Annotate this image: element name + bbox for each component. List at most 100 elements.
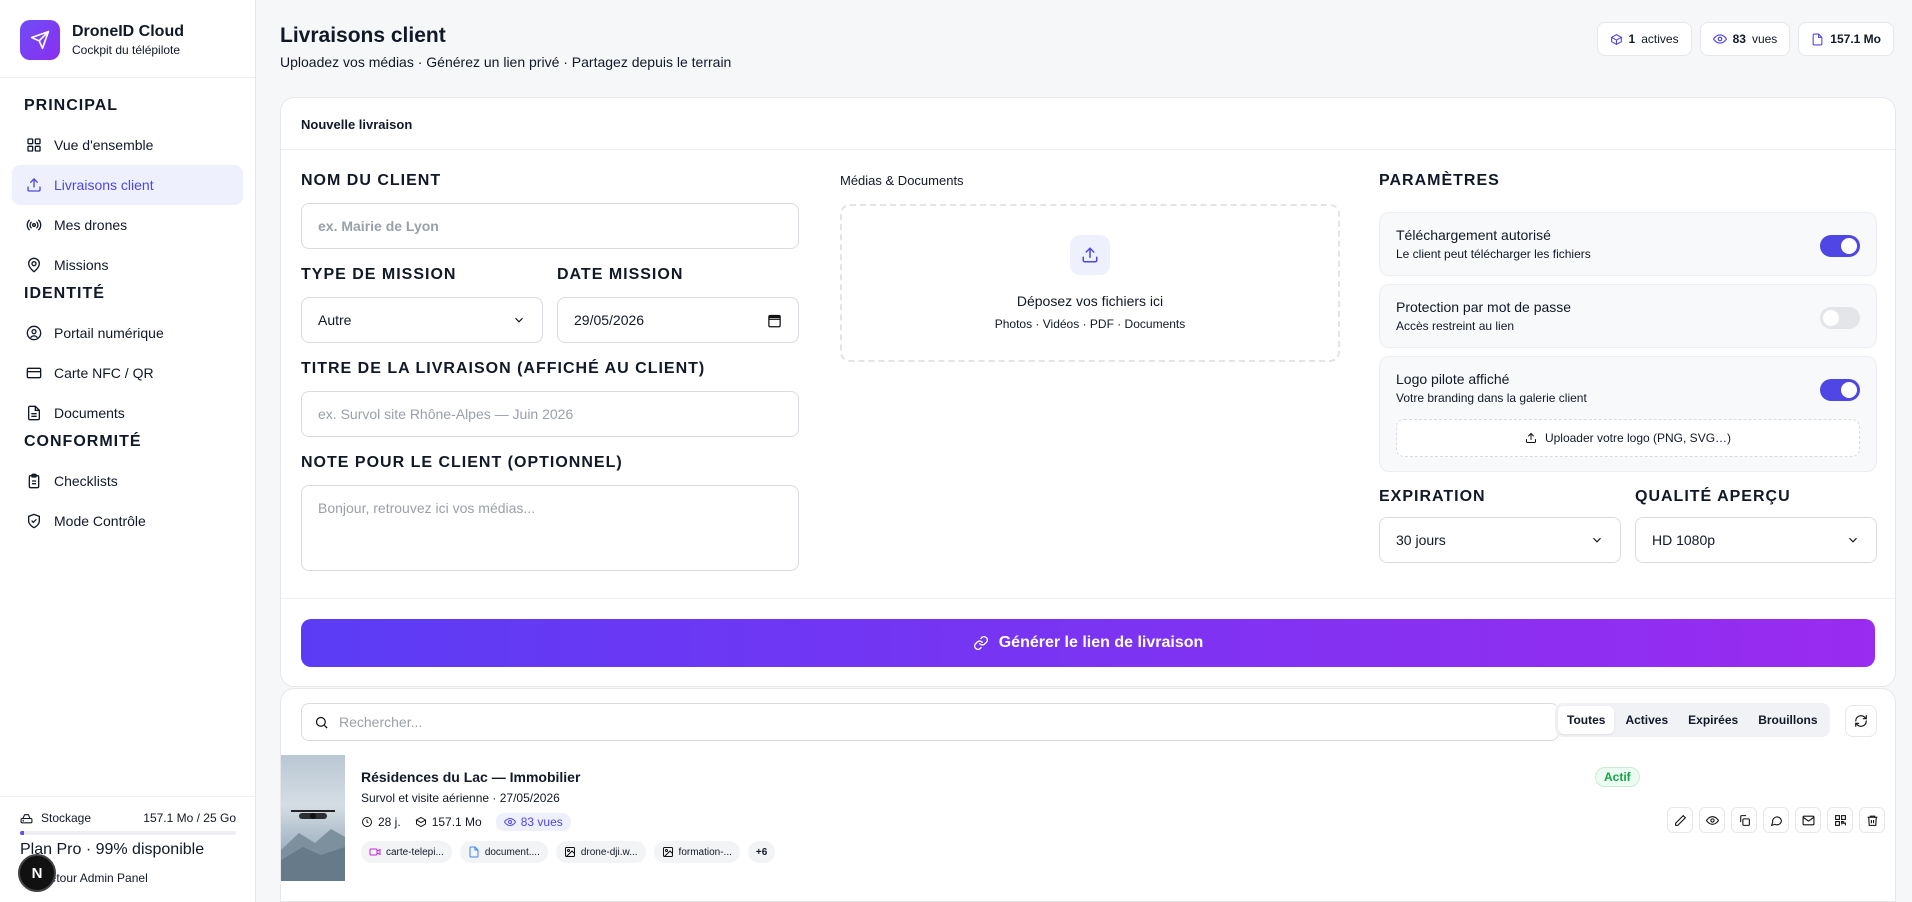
- nav-section-title: IDENTITÉ: [24, 285, 105, 302]
- file-icon: [28, 405, 40, 421]
- filter-all[interactable]: Toutes: [1558, 706, 1615, 734]
- param-subtitle: Le client peut télécharger les fichiers: [1396, 247, 1591, 261]
- search-input[interactable]: Rechercher...: [301, 703, 1559, 741]
- sidebar-item-nfc-card[interactable]: Carte NFC / QR: [12, 353, 243, 393]
- table-row[interactable]: Résidences du Lac — Immobilier Survol et…: [281, 755, 1897, 881]
- sidebar-item-documents[interactable]: Documents: [12, 393, 243, 433]
- message-circle-icon: [1770, 815, 1782, 826]
- back-admin-label: Retour Admin Panel: [41, 871, 148, 885]
- sidebar-item-label: Checklists: [54, 473, 118, 489]
- sidebar-item-overview[interactable]: Vue d'ensemble: [12, 125, 243, 165]
- meta-views: 83 vues: [495, 813, 571, 831]
- param-download: Téléchargement autorisé Le client peut t…: [1379, 212, 1877, 276]
- hard-drive-icon: [20, 813, 33, 823]
- brand[interactable]: DroneID Cloud Cockpit du télépilote: [0, 0, 255, 78]
- mission-type-select[interactable]: Autre: [301, 297, 543, 343]
- avatar[interactable]: N: [18, 854, 56, 892]
- image-icon: [662, 847, 673, 857]
- filter-tabs: Toutes Actives Expirées Brouillons: [1555, 703, 1830, 737]
- client-name-input[interactable]: ex. Mairie de Lyon: [301, 203, 799, 249]
- page-title: Livraisons client: [280, 24, 446, 47]
- filter-expired[interactable]: Expirées: [1679, 706, 1747, 734]
- filter-active[interactable]: Actives: [1616, 706, 1677, 734]
- logo-upload-button[interactable]: Uploader votre logo (PNG, SVG…): [1396, 419, 1860, 457]
- password-toggle[interactable]: [1820, 307, 1860, 329]
- email-button[interactable]: [1795, 807, 1821, 833]
- sidebar-item-portal[interactable]: Portail numérique: [12, 313, 243, 353]
- quality-select[interactable]: HD 1080p: [1635, 517, 1877, 563]
- sidebar-item-missions[interactable]: Missions: [12, 245, 243, 285]
- row-actions: [1667, 807, 1885, 833]
- param-logo: Logo pilote affiché Votre branding dans …: [1379, 356, 1877, 472]
- clipboard-icon: [28, 473, 40, 489]
- delete-button[interactable]: [1859, 807, 1885, 833]
- meta-days: 28 j.: [361, 815, 401, 829]
- search-icon: [315, 716, 328, 729]
- generate-link-label: Générer le lien de livraison: [998, 634, 1204, 651]
- copy-icon: [1739, 814, 1750, 826]
- mission-date-input[interactable]: 29/05/2026: [557, 297, 799, 343]
- stat-value: 1: [1628, 32, 1636, 46]
- mission-type-value: Autre: [318, 312, 352, 328]
- qr-code-button[interactable]: [1827, 807, 1853, 833]
- deliveries-list: Rechercher... Toutes Actives Expirées Br…: [280, 688, 1896, 902]
- sidebar-item-control-mode[interactable]: Mode Contrôle: [12, 501, 243, 541]
- meta-size-value: 157.1 Mo: [431, 815, 482, 829]
- file-chip[interactable]: document....: [459, 841, 548, 863]
- file-chip[interactable]: formation-...: [653, 841, 740, 863]
- preview-button[interactable]: [1699, 807, 1725, 833]
- chevron-down-icon: [1593, 537, 1601, 543]
- file-chip[interactable]: carte-telepi...: [361, 841, 452, 863]
- edit-button[interactable]: [1667, 807, 1693, 833]
- file-chip[interactable]: drone-dji.w...: [555, 841, 646, 863]
- storage-usage: 157.1 Mo / 25 Go: [143, 811, 236, 825]
- note-textarea[interactable]: Bonjour, retrouvez ici vos médias...: [301, 485, 799, 571]
- quality-label: QUALITÉ APERÇU: [1635, 488, 1791, 505]
- video-icon: [369, 848, 381, 856]
- media-label: Médias & Documents: [840, 173, 964, 188]
- card-divider: [281, 598, 1895, 599]
- sidebar-item-label: Documents: [54, 405, 125, 421]
- sidebar-item-drones[interactable]: Mes drones: [12, 205, 243, 245]
- delivery-title-input[interactable]: ex. Survol site Rhône-Alpes — Juin 2026: [301, 391, 799, 437]
- sidebar-item-label: Mes drones: [54, 217, 128, 233]
- copy-button[interactable]: [1731, 807, 1757, 833]
- delivery-subtitle: Survol et visite aérienne · 27/05/2026: [361, 791, 560, 805]
- file-chip-name: carte-telepi...: [386, 846, 444, 858]
- more-files-chip[interactable]: +6: [747, 841, 776, 863]
- card-icon: [26, 367, 42, 379]
- stat-size: 157.1 Mo: [1798, 22, 1894, 56]
- quality-value: HD 1080p: [1652, 532, 1716, 548]
- filter-drafts[interactable]: Brouillons: [1749, 706, 1826, 734]
- eye-icon: [1705, 815, 1719, 825]
- stat-views: 83 vues: [1699, 22, 1791, 56]
- trash-icon: [1867, 815, 1877, 826]
- param-title: Logo pilote affiché: [1396, 371, 1510, 387]
- download-toggle[interactable]: [1820, 235, 1860, 257]
- logo-upload-label: Uploader votre logo (PNG, SVG…): [1544, 431, 1732, 445]
- expiration-select[interactable]: 30 jours: [1379, 517, 1621, 563]
- refresh-button[interactable]: [1845, 705, 1877, 737]
- paper-plane-icon: [20, 19, 60, 60]
- param-password: Protection par mot de passe Accès restre…: [1379, 284, 1877, 348]
- note-label: NOTE POUR LE CLIENT (OPTIONNEL): [301, 454, 623, 471]
- eye-icon: [1712, 34, 1727, 44]
- file-chip-name: formation-...: [678, 846, 732, 858]
- page-subtitle: Uploadez vos médias · Générez un lien pr…: [280, 54, 732, 70]
- generate-link-button[interactable]: Générer le lien de livraison: [301, 619, 1875, 667]
- params-title: PARAMÈTRES: [1379, 172, 1500, 189]
- chevron-down-icon: [515, 317, 523, 323]
- delivery-title[interactable]: Résidences du Lac — Immobilier: [361, 769, 580, 785]
- sidebar-item-label: Carte NFC / QR: [54, 365, 154, 381]
- mission-date-label: DATE MISSION: [557, 266, 684, 283]
- mail-icon: [1802, 815, 1814, 825]
- sidebar-item-checklists[interactable]: Checklists: [12, 461, 243, 501]
- radio-icon: [26, 219, 42, 231]
- message-button[interactable]: [1763, 807, 1789, 833]
- sidebar-item-deliveries[interactable]: Livraisons client: [12, 165, 243, 205]
- file-dropzone[interactable]: Déposez vos fichiers ici Photos · Vidéos…: [840, 204, 1340, 362]
- logo-toggle[interactable]: [1820, 379, 1860, 401]
- storage-bar: [20, 831, 236, 835]
- pencil-icon: [1674, 814, 1686, 826]
- qr-code-icon: [1834, 814, 1846, 826]
